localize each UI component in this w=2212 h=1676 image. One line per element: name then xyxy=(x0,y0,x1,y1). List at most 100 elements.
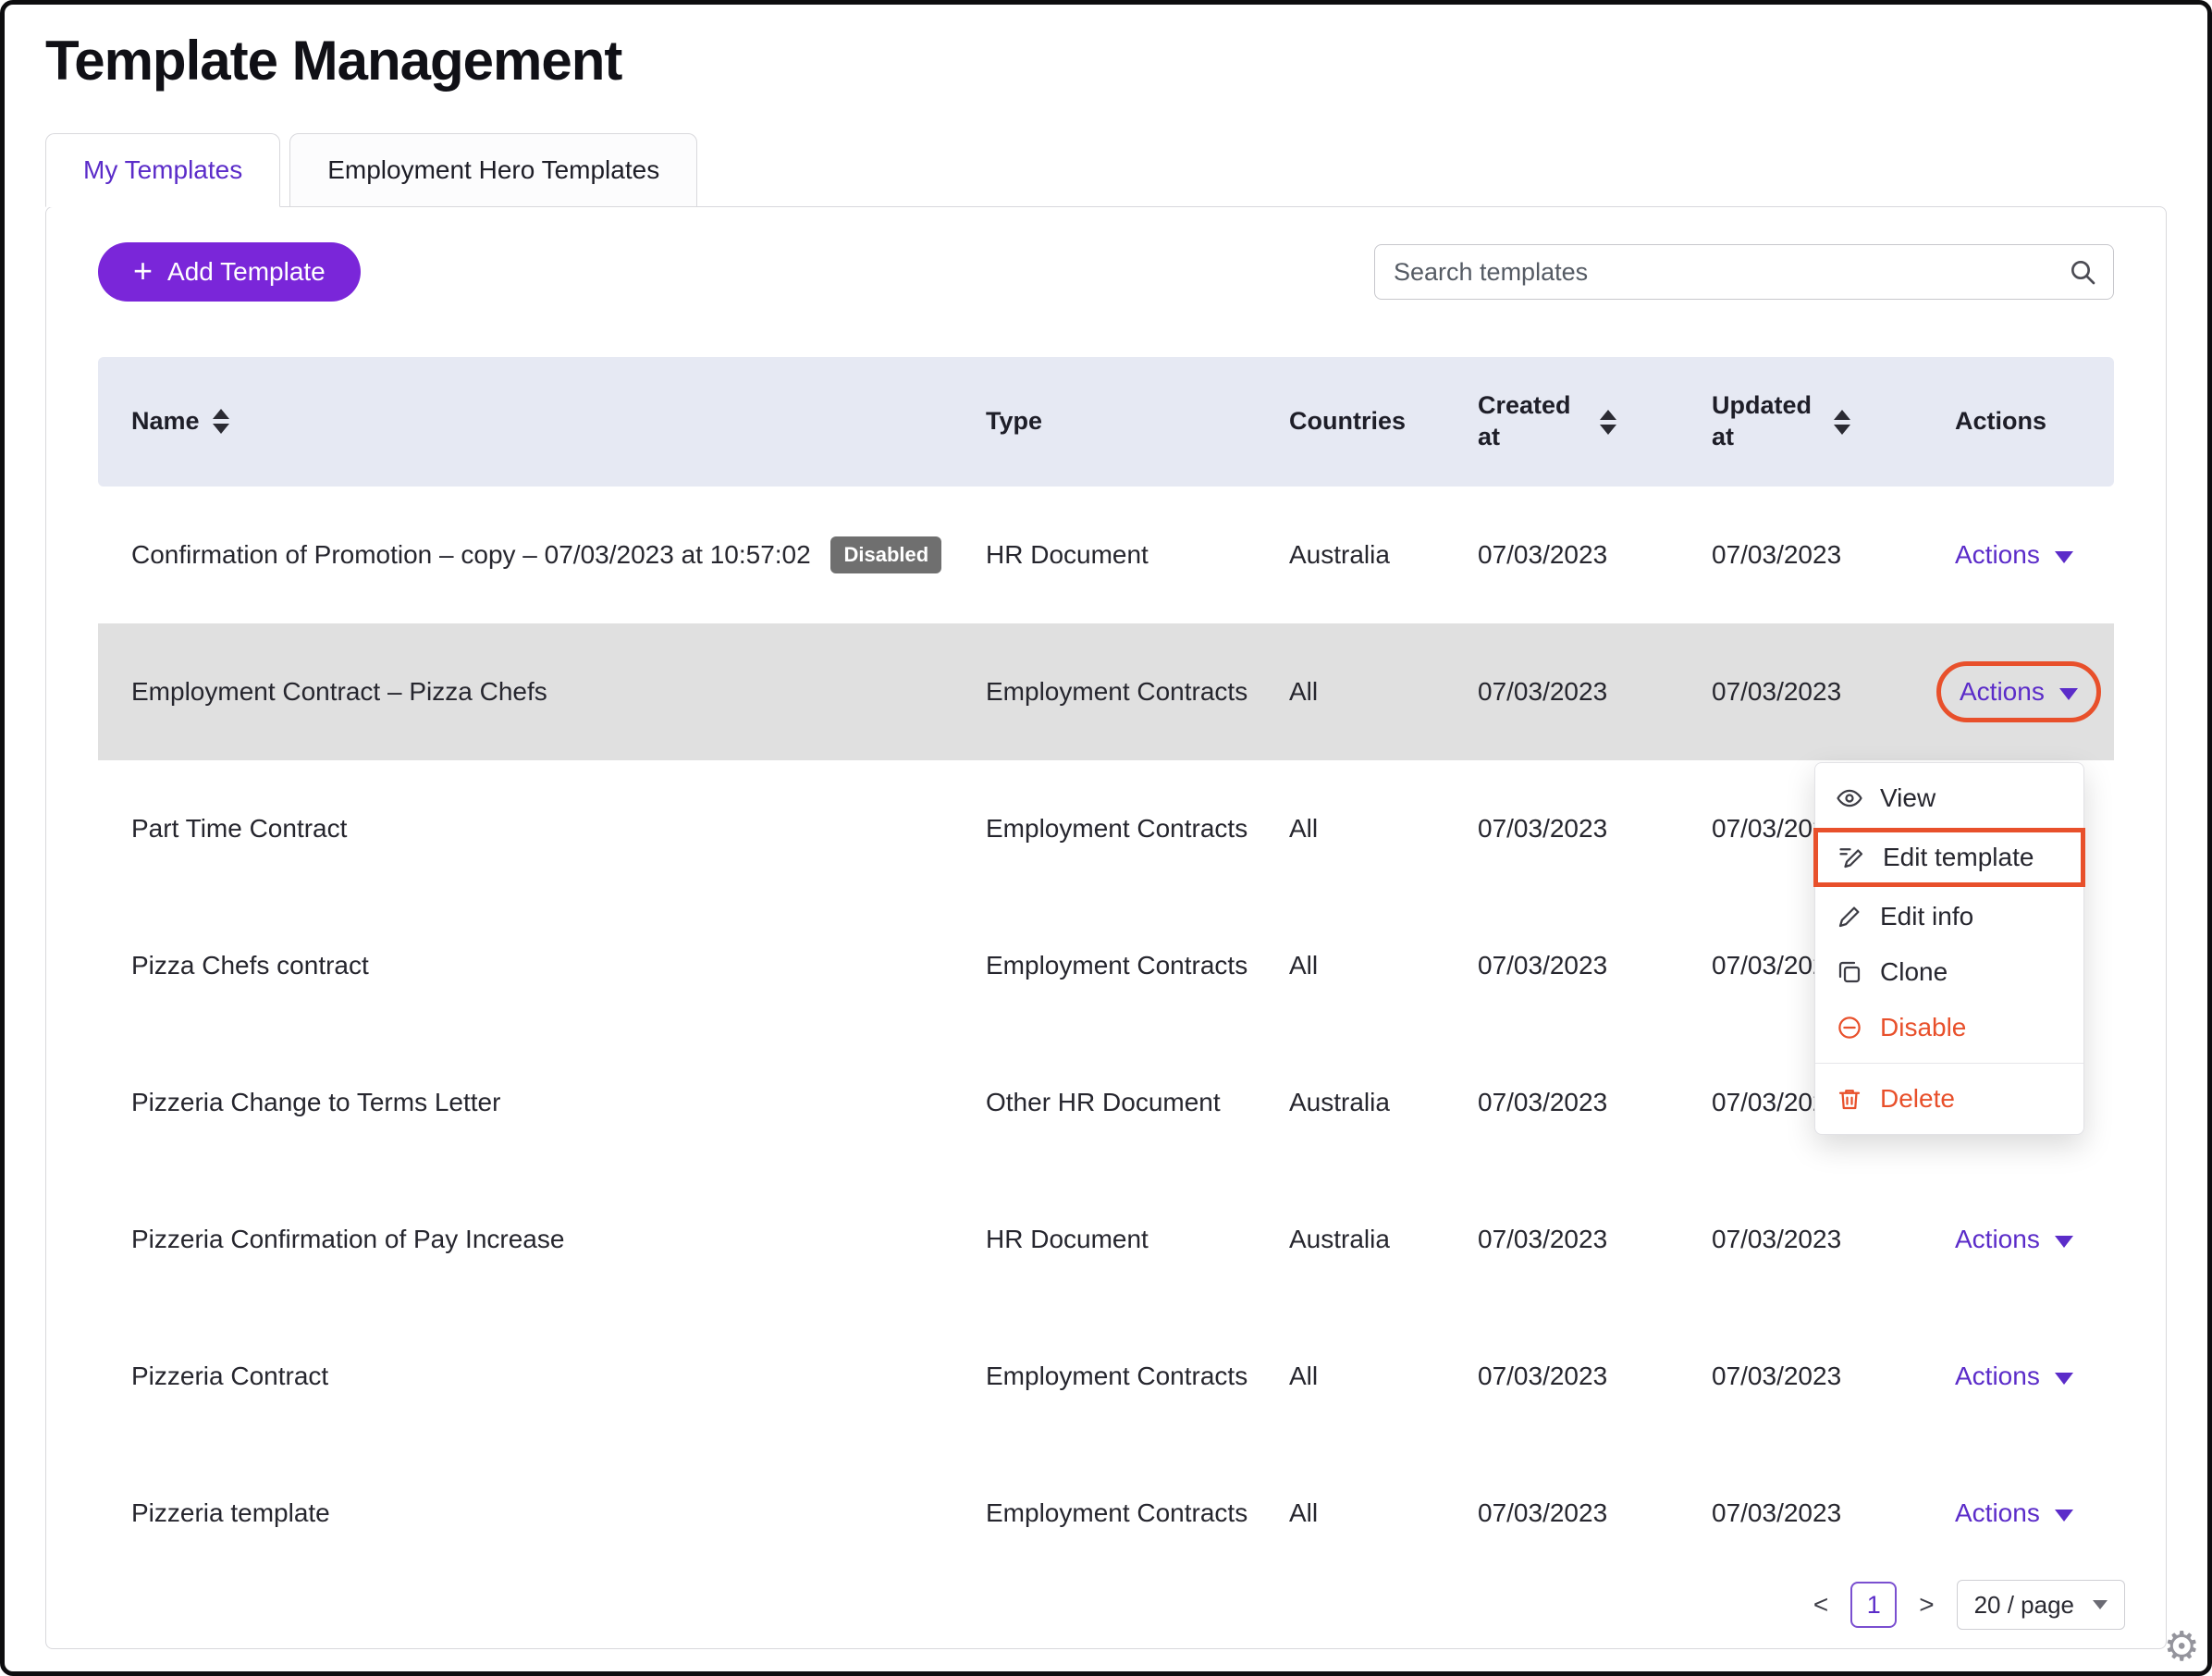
menu-item-disable[interactable]: Disable xyxy=(1815,1000,2083,1055)
template-countries: All xyxy=(1289,1362,1319,1391)
sort-icon[interactable] xyxy=(1600,409,1616,435)
table-row: Pizza Chefs contract Employment Contract… xyxy=(98,897,2114,1034)
template-type: HR Document xyxy=(986,540,1149,570)
created-at: 07/03/2023 xyxy=(1478,1088,1608,1117)
templates-panel: + Add Template Name Type Count xyxy=(45,206,2167,1649)
template-name: Pizzeria Change to Terms Letter xyxy=(131,1088,501,1117)
menu-item-clone[interactable]: Clone xyxy=(1815,944,2083,1000)
menu-item-edit-info[interactable]: Edit info xyxy=(1815,889,2083,944)
chevron-down-icon xyxy=(2054,1509,2073,1522)
chevron-down-icon xyxy=(2054,1372,2073,1385)
tab-bar: My Templates Employment Hero Templates xyxy=(45,133,2207,207)
tab-employment-hero-templates[interactable]: Employment Hero Templates xyxy=(289,133,698,207)
column-header-type: Type xyxy=(986,407,1043,436)
created-at: 07/03/2023 xyxy=(1478,677,1608,707)
trash-icon xyxy=(1838,1090,1861,1110)
template-name: Confirmation of Promotion – copy – 07/03… xyxy=(131,539,811,569)
column-header-actions: Actions xyxy=(1955,407,2047,436)
template-name-cell: Confirmation of Promotion – copy – 07/03… xyxy=(98,536,958,574)
column-header-updated-at: Updated at xyxy=(1693,390,1938,453)
disable-icon xyxy=(1838,1017,1861,1039)
app-window: Template Management My Templates Employm… xyxy=(0,0,2212,1676)
updated-at: 07/03/2023 xyxy=(1712,1498,1842,1528)
template-name: Part Time Contract xyxy=(131,814,348,844)
table-row: Part Time Contract Employment Contracts … xyxy=(98,760,2114,897)
plus-icon: + xyxy=(133,251,154,290)
updated-at: 07/03/2023 xyxy=(1712,1225,1842,1254)
current-page-button[interactable]: 1 xyxy=(1850,1582,1898,1628)
actions-menu: View Edit template Edit info Clone Disab… xyxy=(1813,762,2085,1135)
updated-at: 07/03/2023 xyxy=(1712,540,1842,570)
pagination: < 1 > 20 / page xyxy=(1813,1580,2125,1630)
search-input[interactable] xyxy=(1374,244,2114,300)
menu-item-edit-template[interactable]: Edit template xyxy=(1813,828,2085,887)
table-row: Confirmation of Promotion – copy – 07/03… xyxy=(98,487,2114,623)
page-size-select[interactable]: 20 / page xyxy=(1956,1580,2125,1630)
template-countries: Australia xyxy=(1289,1088,1390,1117)
search-container xyxy=(1374,244,2114,300)
chevron-down-icon xyxy=(2054,550,2073,563)
template-name: Pizzeria template xyxy=(131,1498,330,1528)
created-at: 07/03/2023 xyxy=(1478,814,1608,844)
menu-item-delete[interactable]: Delete xyxy=(1815,1071,2083,1127)
gear-icon[interactable]: ⚙ xyxy=(2164,1627,2200,1668)
template-name: Pizzeria Contract xyxy=(131,1362,329,1391)
sort-icon[interactable] xyxy=(1834,409,1850,435)
actions-dropdown-open[interactable]: Actions xyxy=(1960,673,2078,709)
template-countries: Australia xyxy=(1289,1225,1390,1254)
template-countries: All xyxy=(1289,1498,1319,1528)
table-row: Pizzeria template Employment Contracts A… xyxy=(98,1445,2114,1582)
pencil-icon xyxy=(1838,906,1860,928)
template-name: Pizzeria Confirmation of Pay Increase xyxy=(131,1225,565,1254)
menu-item-view[interactable]: View xyxy=(1815,770,2083,826)
template-type: Employment Contracts xyxy=(986,677,1248,707)
clone-icon xyxy=(1838,961,1861,983)
page-size-value: 20 / page xyxy=(1973,1590,2074,1619)
actions-dropdown[interactable]: Actions xyxy=(1955,1358,2073,1394)
created-at: 07/03/2023 xyxy=(1478,1225,1608,1254)
actions-dropdown[interactable]: Actions xyxy=(1955,1495,2073,1531)
add-template-label: Add Template xyxy=(167,257,326,286)
sort-icon[interactable] xyxy=(212,409,229,435)
template-type: Employment Contracts xyxy=(986,814,1248,844)
column-header-name: Name xyxy=(98,404,958,439)
tab-eh-templates-label: Employment Hero Templates xyxy=(327,155,660,184)
table-row: Pizzeria Contract Employment Contracts A… xyxy=(98,1308,2114,1445)
actions-dropdown[interactable]: Actions xyxy=(1955,1221,2073,1257)
status-badge: Disabled xyxy=(830,536,942,574)
created-at: 07/03/2023 xyxy=(1478,540,1608,570)
template-name: Pizza Chefs contract xyxy=(131,951,369,980)
toolbar: + Add Template xyxy=(98,242,2114,302)
actions-dropdown[interactable]: Actions xyxy=(1955,536,2073,573)
template-countries: All xyxy=(1289,951,1319,980)
template-countries: All xyxy=(1289,677,1319,707)
updated-at: 07/03/2023 xyxy=(1712,1362,1842,1391)
updated-at: 07/03/2023 xyxy=(1712,677,1842,707)
column-header-created-at: Created at xyxy=(1457,390,1693,453)
template-name: Employment Contract – Pizza Chefs xyxy=(131,677,547,707)
page-title: Template Management xyxy=(45,30,622,92)
template-type: Employment Contracts xyxy=(986,951,1248,980)
table-row: Pizzeria Confirmation of Pay Increase HR… xyxy=(98,1171,2114,1308)
previous-page-button[interactable]: < xyxy=(1813,1590,1828,1620)
created-at: 07/03/2023 xyxy=(1478,951,1608,980)
tab-my-templates[interactable]: My Templates xyxy=(45,133,281,207)
search-icon[interactable] xyxy=(2068,257,2097,291)
template-countries: All xyxy=(1289,814,1319,844)
chevron-down-icon xyxy=(2093,1600,2108,1609)
created-at: 07/03/2023 xyxy=(1478,1362,1608,1391)
next-page-button[interactable]: > xyxy=(1919,1590,1934,1620)
menu-divider xyxy=(1815,1063,2083,1064)
table-row: Employment Contract – Pizza Chefs Employ… xyxy=(98,623,2114,760)
template-type: HR Document xyxy=(986,1225,1149,1254)
template-type: Other HR Document xyxy=(986,1088,1221,1117)
template-type: Employment Contracts xyxy=(986,1498,1248,1528)
add-template-button[interactable]: + Add Template xyxy=(98,242,361,302)
created-at: 07/03/2023 xyxy=(1478,1498,1608,1528)
table-header-row: Name Type Countries Created at Updated a… xyxy=(98,357,2114,487)
chevron-down-icon xyxy=(2054,1235,2073,1248)
table-row: Pizzeria Change to Terms Letter Other HR… xyxy=(98,1034,2114,1171)
chevron-down-icon xyxy=(2058,687,2078,700)
eye-icon xyxy=(1837,789,1862,807)
column-header-countries: Countries xyxy=(1289,407,1407,436)
